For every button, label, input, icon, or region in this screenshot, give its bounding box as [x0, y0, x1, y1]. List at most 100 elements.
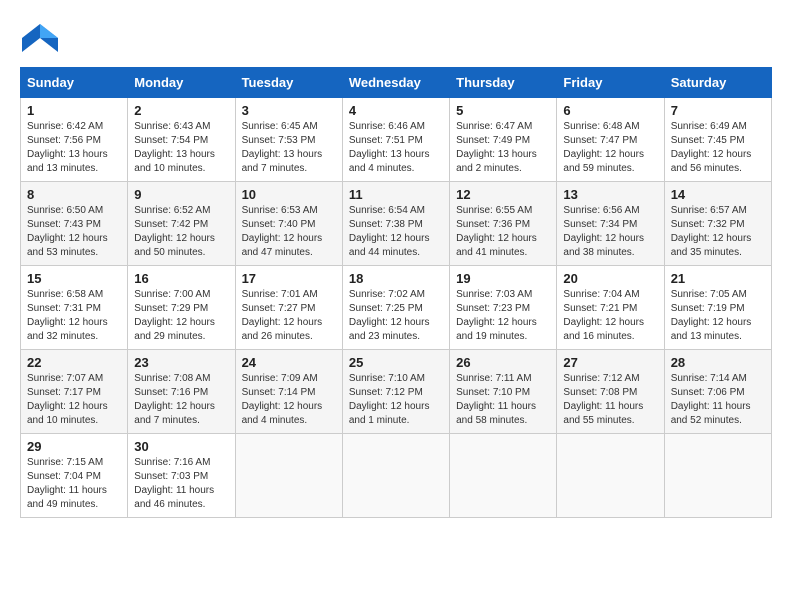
calendar-cell: 20Sunrise: 7:04 AM Sunset: 7:21 PM Dayli… — [557, 266, 664, 350]
dow-header-friday: Friday — [557, 68, 664, 98]
day-number: 29 — [27, 439, 121, 454]
dow-header-sunday: Sunday — [21, 68, 128, 98]
day-info: Sunrise: 7:01 AM Sunset: 7:27 PM Dayligh… — [242, 288, 336, 344]
day-info: Sunrise: 7:14 AM Sunset: 7:06 PM Dayligh… — [671, 372, 765, 428]
day-number: 24 — [242, 355, 336, 370]
day-number: 4 — [349, 103, 443, 118]
day-info: Sunrise: 7:04 AM Sunset: 7:21 PM Dayligh… — [563, 288, 657, 344]
calendar-week-2: 8Sunrise: 6:50 AM Sunset: 7:43 PM Daylig… — [21, 182, 772, 266]
day-info: Sunrise: 6:56 AM Sunset: 7:34 PM Dayligh… — [563, 204, 657, 260]
day-number: 8 — [27, 187, 121, 202]
day-info: Sunrise: 6:43 AM Sunset: 7:54 PM Dayligh… — [134, 120, 228, 176]
day-info: Sunrise: 6:55 AM Sunset: 7:36 PM Dayligh… — [456, 204, 550, 260]
day-info: Sunrise: 6:57 AM Sunset: 7:32 PM Dayligh… — [671, 204, 765, 260]
day-info: Sunrise: 6:47 AM Sunset: 7:49 PM Dayligh… — [456, 120, 550, 176]
calendar-cell: 3 Sunrise: 6:45 AM Sunset: 7:53 PM Daylig… — [235, 98, 342, 182]
day-number: 25 — [349, 355, 443, 370]
calendar-cell: 7 Sunrise: 6:49 AM Sunset: 7:45 PM Daylig… — [664, 98, 771, 182]
calendar-cell — [235, 434, 342, 518]
calendar-cell — [342, 434, 449, 518]
day-info: Sunrise: 6:45 AM Sunset: 7:53 PM Dayligh… — [242, 120, 336, 176]
day-number: 9 — [134, 187, 228, 202]
day-number: 23 — [134, 355, 228, 370]
calendar-body: 1 Sunrise: 6:42 AM Sunset: 7:56 PM Daylig… — [21, 98, 772, 518]
day-number: 16 — [134, 271, 228, 286]
calendar-week-1: 1 Sunrise: 6:42 AM Sunset: 7:56 PM Daylig… — [21, 98, 772, 182]
calendar-cell: 13 Sunrise: 6:56 AM Sunset: 7:34 PM Dayli… — [557, 182, 664, 266]
day-info: Sunrise: 7:12 AM Sunset: 7:08 PM Dayligh… — [563, 372, 657, 428]
calendar-cell: 5 Sunrise: 6:47 AM Sunset: 7:49 PM Daylig… — [450, 98, 557, 182]
day-number: 10 — [242, 187, 336, 202]
calendar-cell: 19 Sunrise: 7:03 AM Sunset: 7:23 PM Dayli… — [450, 266, 557, 350]
day-number: 1 — [27, 103, 121, 118]
day-number: 28 — [671, 355, 765, 370]
dow-header-tuesday: Tuesday — [235, 68, 342, 98]
day-info: Sunrise: 7:10 AM Sunset: 7:12 PM Dayligh… — [349, 372, 443, 428]
day-info: Sunrise: 6:48 AM Sunset: 7:47 PM Dayligh… — [563, 120, 657, 176]
calendar-cell: 29 Sunrise: 7:15 AM Sunset: 7:04 PM Dayli… — [21, 434, 128, 518]
day-info: Sunrise: 7:15 AM Sunset: 7:04 PM Dayligh… — [27, 456, 121, 512]
calendar-cell: 11Sunrise: 6:54 AM Sunset: 7:38 PM Dayli… — [342, 182, 449, 266]
calendar-cell: 9Sunrise: 6:52 AM Sunset: 7:42 PM Daylig… — [128, 182, 235, 266]
day-info: Sunrise: 7:16 AM Sunset: 7:03 PM Dayligh… — [134, 456, 228, 512]
calendar-week-4: 22Sunrise: 7:07 AM Sunset: 7:17 PM Dayli… — [21, 350, 772, 434]
days-of-week-row: SundayMondayTuesdayWednesdayThursdayFrid… — [21, 68, 772, 98]
day-info: Sunrise: 7:11 AM Sunset: 7:10 PM Dayligh… — [456, 372, 550, 428]
day-info: Sunrise: 6:58 AM Sunset: 7:31 PM Dayligh… — [27, 288, 121, 344]
calendar-cell: 23 Sunrise: 7:08 AM Sunset: 7:16 PM Dayli… — [128, 350, 235, 434]
calendar-cell: 15 Sunrise: 6:58 AM Sunset: 7:31 PM Dayli… — [21, 266, 128, 350]
day-number: 26 — [456, 355, 550, 370]
dow-header-wednesday: Wednesday — [342, 68, 449, 98]
calendar-cell: 10 Sunrise: 6:53 AM Sunset: 7:40 PM Dayli… — [235, 182, 342, 266]
calendar-cell: 30 Sunrise: 7:16 AM Sunset: 7:03 PM Dayli… — [128, 434, 235, 518]
logo — [20, 20, 64, 57]
day-number: 18 — [349, 271, 443, 286]
calendar-week-3: 15 Sunrise: 6:58 AM Sunset: 7:31 PM Dayli… — [21, 266, 772, 350]
calendar-cell — [450, 434, 557, 518]
day-info: Sunrise: 7:07 AM Sunset: 7:17 PM Dayligh… — [27, 372, 121, 428]
calendar-cell: 6Sunrise: 6:48 AM Sunset: 7:47 PM Daylig… — [557, 98, 664, 182]
calendar-cell: 24 Sunrise: 7:09 AM Sunset: 7:14 PM Dayli… — [235, 350, 342, 434]
day-number: 27 — [563, 355, 657, 370]
calendar-cell: 4 Sunrise: 6:46 AM Sunset: 7:51 PM Daylig… — [342, 98, 449, 182]
day-number: 21 — [671, 271, 765, 286]
day-number: 13 — [563, 187, 657, 202]
day-number: 17 — [242, 271, 336, 286]
dow-header-saturday: Saturday — [664, 68, 771, 98]
calendar-cell: 1 Sunrise: 6:42 AM Sunset: 7:56 PM Daylig… — [21, 98, 128, 182]
page-header — [20, 20, 772, 57]
logo-icon — [20, 20, 58, 52]
day-info: Sunrise: 7:08 AM Sunset: 7:16 PM Dayligh… — [134, 372, 228, 428]
day-info: Sunrise: 6:49 AM Sunset: 7:45 PM Dayligh… — [671, 120, 765, 176]
day-info: Sunrise: 7:05 AM Sunset: 7:19 PM Dayligh… — [671, 288, 765, 344]
calendar-cell: 17 Sunrise: 7:01 AM Sunset: 7:27 PM Dayli… — [235, 266, 342, 350]
day-info: Sunrise: 6:53 AM Sunset: 7:40 PM Dayligh… — [242, 204, 336, 260]
calendar-cell: 28 Sunrise: 7:14 AM Sunset: 7:06 PM Dayli… — [664, 350, 771, 434]
day-number: 2 — [134, 103, 228, 118]
calendar-table: SundayMondayTuesdayWednesdayThursdayFrid… — [20, 67, 772, 518]
calendar-week-5: 29 Sunrise: 7:15 AM Sunset: 7:04 PM Dayli… — [21, 434, 772, 518]
day-info: Sunrise: 6:42 AM Sunset: 7:56 PM Dayligh… — [27, 120, 121, 176]
calendar-cell: 2 Sunrise: 6:43 AM Sunset: 7:54 PM Daylig… — [128, 98, 235, 182]
calendar-cell: 12 Sunrise: 6:55 AM Sunset: 7:36 PM Dayli… — [450, 182, 557, 266]
calendar-cell — [664, 434, 771, 518]
day-info: Sunrise: 6:46 AM Sunset: 7:51 PM Dayligh… — [349, 120, 443, 176]
day-number: 5 — [456, 103, 550, 118]
calendar-cell: 14 Sunrise: 6:57 AM Sunset: 7:32 PM Dayli… — [664, 182, 771, 266]
day-number: 7 — [671, 103, 765, 118]
dow-header-thursday: Thursday — [450, 68, 557, 98]
day-info: Sunrise: 6:54 AM Sunset: 7:38 PM Dayligh… — [349, 204, 443, 260]
calendar-cell: 26 Sunrise: 7:11 AM Sunset: 7:10 PM Dayli… — [450, 350, 557, 434]
day-info: Sunrise: 7:09 AM Sunset: 7:14 PM Dayligh… — [242, 372, 336, 428]
day-number: 12 — [456, 187, 550, 202]
day-number: 15 — [27, 271, 121, 286]
day-info: Sunrise: 7:00 AM Sunset: 7:29 PM Dayligh… — [134, 288, 228, 344]
dow-header-monday: Monday — [128, 68, 235, 98]
day-info: Sunrise: 7:03 AM Sunset: 7:23 PM Dayligh… — [456, 288, 550, 344]
day-number: 3 — [242, 103, 336, 118]
day-number: 19 — [456, 271, 550, 286]
day-number: 14 — [671, 187, 765, 202]
calendar-cell: 27 Sunrise: 7:12 AM Sunset: 7:08 PM Dayli… — [557, 350, 664, 434]
day-number: 30 — [134, 439, 228, 454]
day-info: Sunrise: 7:02 AM Sunset: 7:25 PM Dayligh… — [349, 288, 443, 344]
